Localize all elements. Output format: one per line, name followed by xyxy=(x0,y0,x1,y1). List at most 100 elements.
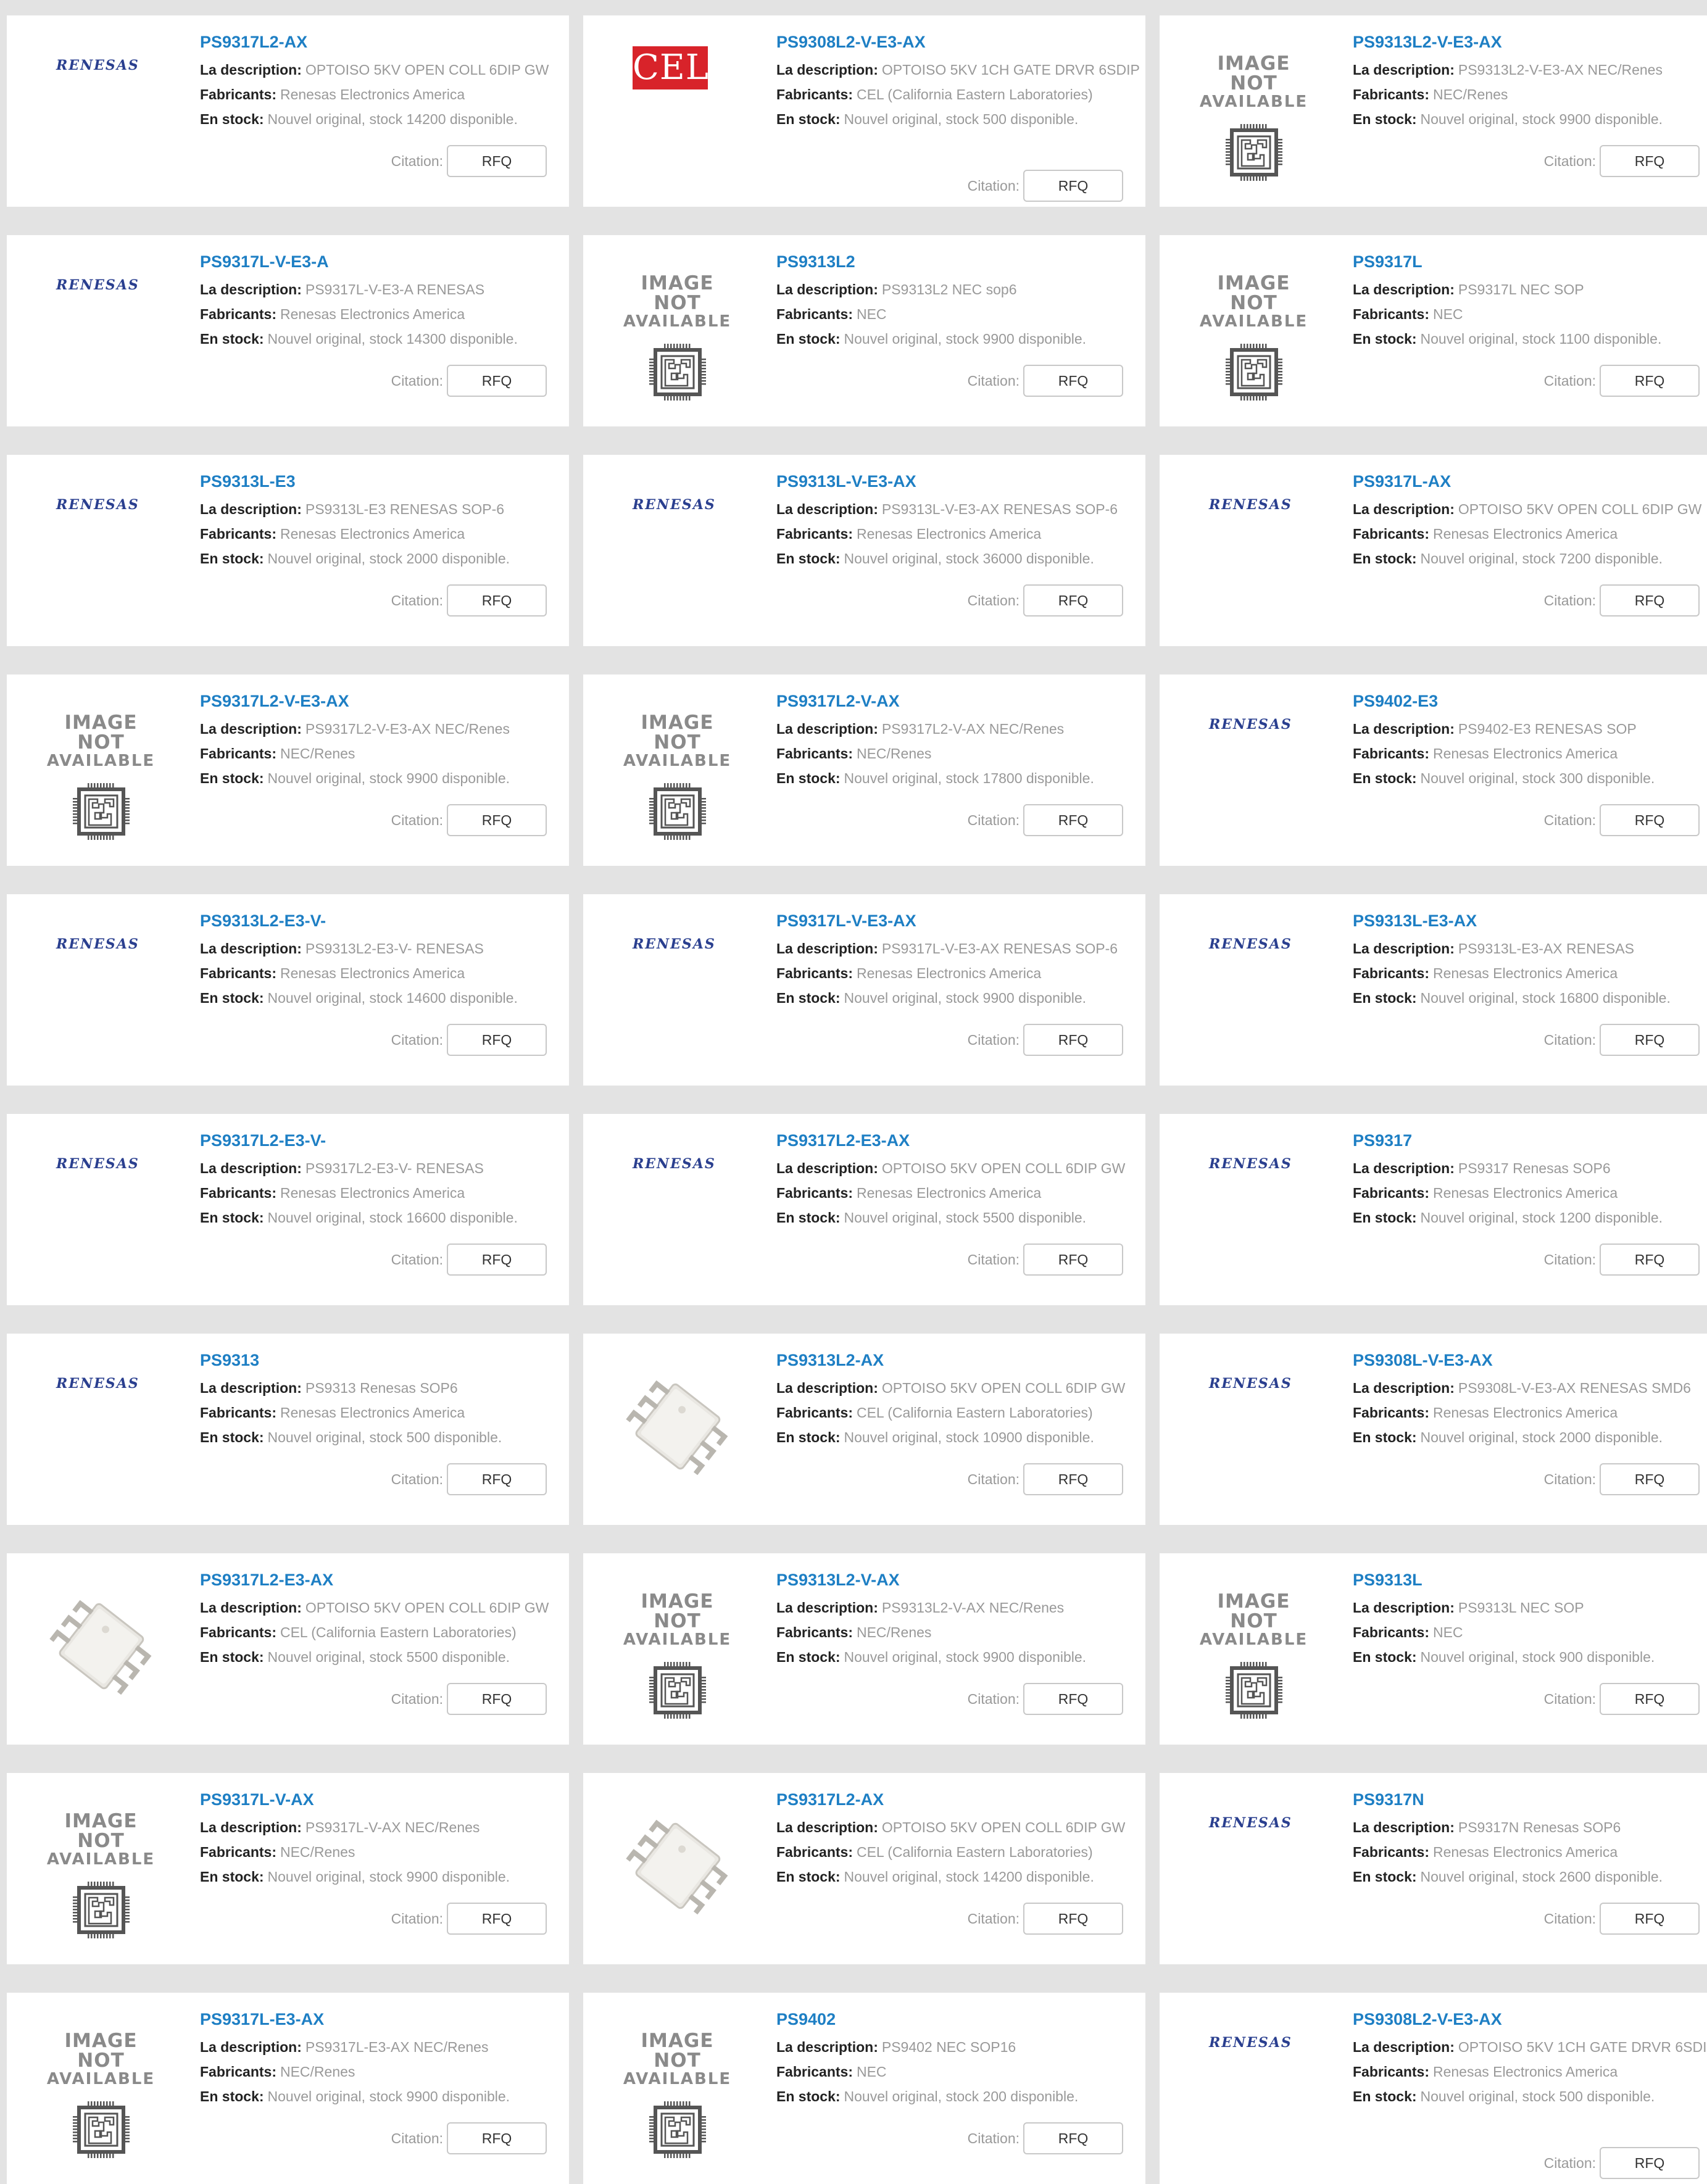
rfq-button[interactable]: RFQ xyxy=(1023,1463,1123,1495)
image-not-available[interactable]: IMAGE NOT AVAILABLE xyxy=(7,675,192,866)
part-number-link[interactable]: PS9317L-V-AX xyxy=(200,1789,564,1810)
renesas-logo[interactable]: RENESAS xyxy=(7,15,192,207)
part-number-link[interactable]: PS9313 xyxy=(200,1350,564,1371)
renesas-logo[interactable]: RENESAS xyxy=(7,894,192,1086)
rfq-button[interactable]: RFQ xyxy=(1600,1903,1700,1935)
image-not-available[interactable]: IMAGE NOT AVAILABLE xyxy=(1160,1553,1345,1745)
part-number-link[interactable]: PS9317L2-AX xyxy=(776,1789,1140,1810)
renesas-logo[interactable]: RENESAS xyxy=(7,455,192,646)
image-not-available[interactable]: IMAGE NOT AVAILABLE xyxy=(7,1773,192,1964)
renesas-logo[interactable]: RENESAS xyxy=(1160,894,1345,1086)
product-card: RENESAS PS9313 La description: PS9313 Ren… xyxy=(7,1334,569,1525)
image-not-available[interactable]: IMAGE NOT AVAILABLE xyxy=(583,1553,768,1745)
part-number-link[interactable]: PS9313L2 xyxy=(776,251,1140,272)
part-number-link[interactable]: PS9402 xyxy=(776,2009,1140,2030)
part-number-link[interactable]: PS9313L2-E3-V- xyxy=(200,910,564,931)
rfq-button[interactable]: RFQ xyxy=(1023,1683,1123,1715)
part-number-link[interactable]: PS9313L-V-E3-AX xyxy=(776,471,1140,492)
manufacturer-row: Fabricants: NEC/Renes xyxy=(776,741,1140,766)
part-number-link[interactable]: PS9308L2-V-E3-AX xyxy=(1353,2009,1707,2030)
rfq-button[interactable]: RFQ xyxy=(1600,1244,1700,1276)
rfq-button[interactable]: RFQ xyxy=(1600,2147,1700,2179)
part-number-link[interactable]: PS9317L2-E3-AX xyxy=(200,1569,564,1590)
manufacturer-label: Fabricants: xyxy=(200,745,276,762)
renesas-logo[interactable]: RENESAS xyxy=(7,1114,192,1305)
rfq-button[interactable]: RFQ xyxy=(1600,145,1700,177)
renesas-logo[interactable]: RENESAS xyxy=(583,894,768,1086)
optocoupler-photo[interactable] xyxy=(583,1773,768,1964)
part-number-link[interactable]: PS9317L2-V-AX xyxy=(776,691,1140,712)
image-not-available-placeholder: IMAGE NOT AVAILABLE xyxy=(617,1592,737,1721)
rfq-button[interactable]: RFQ xyxy=(1023,1903,1123,1935)
part-number-link[interactable]: PS9313L2-V-AX xyxy=(776,1569,1140,1590)
part-number-link[interactable]: PS9317L xyxy=(1353,251,1707,272)
renesas-logo[interactable]: RENESAS xyxy=(1160,1993,1345,2184)
renesas-logo[interactable]: RENESAS xyxy=(1160,675,1345,866)
manufacturer-label: Fabricants: xyxy=(1353,1405,1429,1421)
optocoupler-photo[interactable] xyxy=(7,1553,192,1745)
image-not-available[interactable]: IMAGE NOT AVAILABLE xyxy=(583,1993,768,2184)
manufacturer-row: Fabricants: Renesas Electronics America xyxy=(776,961,1140,986)
part-number-link[interactable]: PS9402-E3 xyxy=(1353,691,1707,712)
part-number-link[interactable]: PS9313L2-V-E3-AX xyxy=(1353,31,1707,52)
rfq-button[interactable]: RFQ xyxy=(1600,804,1700,836)
renesas-logo[interactable]: RENESAS xyxy=(1160,455,1345,646)
renesas-logo[interactable]: RENESAS xyxy=(7,235,192,426)
part-number-link[interactable]: PS9317L-E3-AX xyxy=(200,2009,564,2030)
rfq-button[interactable]: RFQ xyxy=(1023,804,1123,836)
rfq-button[interactable]: RFQ xyxy=(1600,365,1700,397)
quote-row: Citation: RFQ xyxy=(391,1244,547,1276)
rfq-button[interactable]: RFQ xyxy=(1600,584,1700,617)
rfq-button[interactable]: RFQ xyxy=(447,804,547,836)
part-number-link[interactable]: PS9317N xyxy=(1353,1789,1707,1810)
part-number-link[interactable]: PS9317L-V-E3-A xyxy=(200,251,564,272)
rfq-button[interactable]: RFQ xyxy=(447,1683,547,1715)
renesas-logo[interactable]: RENESAS xyxy=(7,1334,192,1525)
part-number-link[interactable]: PS9317L-V-E3-AX xyxy=(776,910,1140,931)
part-number-link[interactable]: PS9313L2-AX xyxy=(776,1350,1140,1371)
rfq-button[interactable]: RFQ xyxy=(1023,2122,1123,2154)
rfq-button[interactable]: RFQ xyxy=(1600,1024,1700,1056)
rfq-button[interactable]: RFQ xyxy=(1600,1463,1700,1495)
image-not-available[interactable]: IMAGE NOT AVAILABLE xyxy=(583,235,768,426)
part-number-link[interactable]: PS9317L2-V-E3-AX xyxy=(200,691,564,712)
description-label: La description: xyxy=(200,501,302,517)
renesas-logo[interactable]: RENESAS xyxy=(1160,1114,1345,1305)
renesas-logo[interactable]: RENESAS xyxy=(583,455,768,646)
image-not-available[interactable]: IMAGE NOT AVAILABLE xyxy=(7,1993,192,2184)
rfq-button[interactable]: RFQ xyxy=(1023,170,1123,202)
rfq-button[interactable]: RFQ xyxy=(447,2122,547,2154)
image-not-available[interactable]: IMAGE NOT AVAILABLE xyxy=(1160,235,1345,426)
part-number-link[interactable]: PS9317L2-AX xyxy=(200,31,564,52)
renesas-logo[interactable]: RENESAS xyxy=(583,1114,768,1305)
renesas-logo[interactable]: RENESAS xyxy=(1160,1773,1345,1964)
rfq-button[interactable]: RFQ xyxy=(447,145,547,177)
renesas-logo[interactable]: RENESAS xyxy=(1160,1334,1345,1525)
quote-label: Citation: xyxy=(967,812,1020,828)
part-number-link[interactable]: PS9317L2-E3-AX xyxy=(776,1130,1140,1151)
image-not-available[interactable]: IMAGE NOT AVAILABLE xyxy=(1160,15,1345,207)
part-number-link[interactable]: PS9313L xyxy=(1353,1569,1707,1590)
part-number-link[interactable]: PS9308L2-V-E3-AX xyxy=(776,31,1140,52)
image-not-available[interactable]: IMAGE NOT AVAILABLE xyxy=(583,675,768,866)
rfq-button[interactable]: RFQ xyxy=(447,1463,547,1495)
rfq-button[interactable]: RFQ xyxy=(1023,1244,1123,1276)
rfq-button[interactable]: RFQ xyxy=(1600,1683,1700,1715)
rfq-button[interactable]: RFQ xyxy=(447,1024,547,1056)
cel-logo[interactable]: CEL xyxy=(583,15,768,207)
part-number-link[interactable]: PS9317 xyxy=(1353,1130,1707,1151)
part-number-link[interactable]: PS9308L-V-E3-AX xyxy=(1353,1350,1707,1371)
rfq-button[interactable]: RFQ xyxy=(1023,365,1123,397)
rfq-button[interactable]: RFQ xyxy=(447,584,547,617)
part-number-link[interactable]: PS9317L-AX xyxy=(1353,471,1707,492)
chip-icon xyxy=(1194,122,1314,183)
part-number-link[interactable]: PS9313L-E3-AX xyxy=(1353,910,1707,931)
rfq-button[interactable]: RFQ xyxy=(1023,584,1123,617)
rfq-button[interactable]: RFQ xyxy=(447,1903,547,1935)
part-number-link[interactable]: PS9317L2-E3-V- xyxy=(200,1130,564,1151)
rfq-button[interactable]: RFQ xyxy=(1023,1024,1123,1056)
rfq-button[interactable]: RFQ xyxy=(447,1244,547,1276)
optocoupler-photo[interactable] xyxy=(583,1334,768,1525)
rfq-button[interactable]: RFQ xyxy=(447,365,547,397)
part-number-link[interactable]: PS9313L-E3 xyxy=(200,471,564,492)
